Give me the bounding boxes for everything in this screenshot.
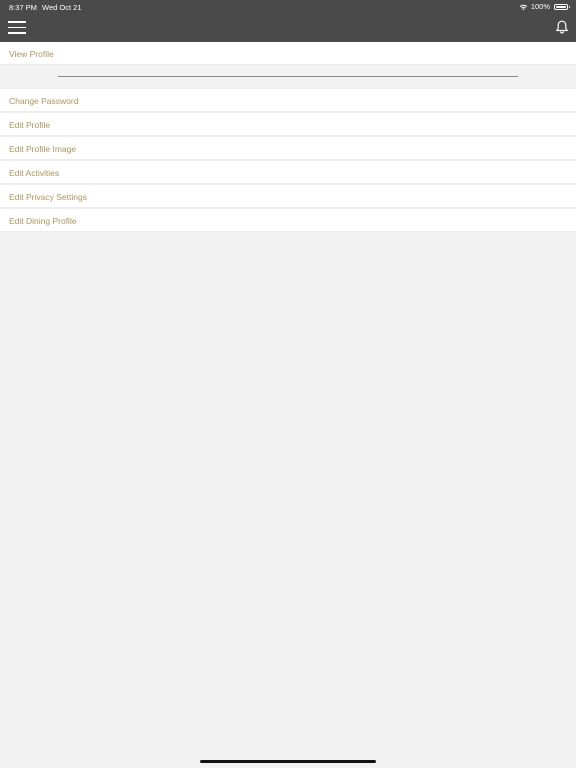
bell-icon[interactable] (555, 19, 569, 35)
status-bar: 8:37 PM Wed Oct 21 100% (0, 0, 576, 14)
edit-profile-image-link[interactable]: Edit Profile Image (9, 144, 76, 154)
view-profile-row[interactable]: View Profile (0, 42, 576, 65)
hamburger-menu-icon[interactable] (8, 20, 26, 34)
view-profile-link[interactable]: View Profile (9, 49, 54, 59)
menu-line-icon (8, 26, 26, 28)
status-time: 8:37 PM (9, 3, 37, 12)
status-indicators: 100% (519, 2, 570, 11)
menu-line-icon (8, 21, 26, 23)
divider-line (58, 76, 518, 77)
edit-dining-profile-row[interactable]: Edit Dining Profile (0, 209, 576, 232)
home-indicator[interactable] (200, 760, 376, 763)
edit-activities-row[interactable]: Edit Activities (0, 161, 576, 184)
battery-fill (556, 5, 566, 8)
change-password-link[interactable]: Change Password (9, 96, 78, 106)
wifi-icon (519, 4, 528, 10)
change-password-row[interactable]: Change Password (0, 89, 576, 112)
edit-profile-link[interactable]: Edit Profile (9, 120, 50, 130)
edit-activities-link[interactable]: Edit Activities (9, 168, 59, 178)
battery-icon (554, 3, 570, 10)
section-divider (0, 65, 576, 89)
screen: 8:37 PM Wed Oct 21 100% View Profile Cha… (0, 0, 576, 768)
status-date: Wed Oct 21 (42, 3, 82, 12)
battery-percentage: 100% (530, 2, 550, 11)
edit-profile-image-row[interactable]: Edit Profile Image (0, 137, 576, 160)
edit-profile-row[interactable]: Edit Profile (0, 113, 576, 136)
edit-privacy-settings-row[interactable]: Edit Privacy Settings (0, 185, 576, 208)
navigation-bar: 8:37 PM Wed Oct 21 100% (0, 0, 576, 42)
menu-line-icon (8, 32, 26, 34)
edit-dining-profile-link[interactable]: Edit Dining Profile (9, 216, 77, 226)
edit-privacy-settings-link[interactable]: Edit Privacy Settings (9, 192, 87, 202)
